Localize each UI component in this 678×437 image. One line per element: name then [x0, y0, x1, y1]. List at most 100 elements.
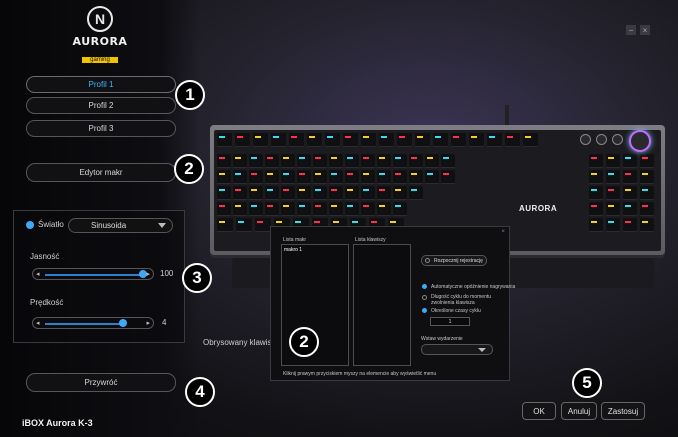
key-glow — [435, 136, 441, 138]
keyboard-key — [487, 133, 502, 147]
key-glow — [625, 157, 631, 159]
key-glow — [427, 173, 433, 175]
keyboard-key — [441, 154, 455, 168]
keyboard-key — [441, 170, 455, 184]
key-glow — [235, 205, 241, 207]
keyboard-key — [236, 218, 252, 232]
keyboard-key — [343, 133, 358, 147]
keyboard-key — [265, 154, 279, 168]
speed-track — [45, 323, 123, 325]
keyboard-knob-icon — [580, 134, 591, 145]
key-glow — [642, 221, 648, 223]
keyboard-knob-icon — [596, 134, 607, 145]
apply-button[interactable]: Zastosuj — [601, 402, 645, 420]
cancel-button[interactable]: Anuluj — [561, 402, 597, 420]
keyboard-key — [313, 186, 327, 200]
key-glow — [295, 221, 301, 223]
key-glow — [608, 189, 614, 191]
record-label: Rozpocznij rejestrację — [434, 257, 483, 264]
record-button[interactable]: Rozpocznij rejestrację — [421, 255, 487, 266]
keyboard-key — [606, 218, 620, 232]
keyboard-key — [217, 202, 231, 216]
keyboard-key — [377, 202, 391, 216]
lighting-mode-select[interactable]: Sinusoida — [68, 218, 173, 233]
key-glow — [291, 136, 297, 138]
keyboard-key — [393, 170, 407, 184]
macro-editor-button[interactable]: Edytor makr — [26, 163, 176, 182]
macro-item[interactable]: makro 1 — [284, 247, 302, 253]
slider-left-arrow-icon[interactable]: ◂ — [36, 319, 40, 327]
key-glow — [363, 173, 369, 175]
keyboard-key — [606, 202, 620, 216]
key-glow — [267, 189, 273, 191]
keyboard-key — [361, 154, 375, 168]
slider-right-arrow-icon[interactable]: ▸ — [146, 319, 150, 327]
key-glow — [411, 189, 417, 191]
fixed-cycles-radio[interactable] — [422, 308, 427, 313]
key-glow — [219, 173, 225, 175]
key-glow — [314, 221, 320, 223]
keyboard-key — [425, 170, 439, 184]
keyboard-key — [217, 133, 232, 147]
keyboard-key — [297, 202, 311, 216]
keyboard-key — [249, 154, 263, 168]
lighting-mode-value: Sinusoida — [91, 221, 127, 230]
key-glow — [489, 136, 495, 138]
profile-1-button[interactable]: Profil 1 — [26, 76, 176, 93]
speed-slider[interactable]: ◂ ▸ — [32, 317, 154, 329]
key-glow — [267, 173, 273, 175]
ok-button[interactable]: OK — [522, 402, 556, 420]
keyboard-key — [281, 186, 295, 200]
keyboard-key — [235, 133, 250, 147]
key-glow — [267, 157, 273, 159]
profile-3-button[interactable]: Profil 3 — [26, 120, 176, 137]
key-glow — [625, 221, 631, 223]
aurora-logo: N AURORA gaming — [68, 6, 132, 68]
key-glow — [390, 221, 396, 223]
device-name: iBOX Aurora K-3 — [22, 418, 93, 428]
slider-right-arrow-icon[interactable]: ▸ — [146, 270, 150, 278]
reset-button[interactable]: Przywróć — [26, 373, 176, 392]
keyboard-key — [329, 170, 343, 184]
key-glow — [283, 205, 289, 207]
keyboard-key — [297, 154, 311, 168]
key-glow — [237, 136, 243, 138]
keyboard-key — [425, 154, 439, 168]
key-glow — [642, 157, 648, 159]
keyboard-key — [217, 170, 231, 184]
key-glow — [371, 221, 377, 223]
key-glow — [331, 173, 337, 175]
speed-knob[interactable] — [119, 319, 127, 327]
keyboard-key — [409, 154, 423, 168]
close-button[interactable]: × — [640, 25, 650, 35]
key-glow — [363, 136, 369, 138]
logo-sub: gaming — [82, 57, 118, 63]
keyboard-key — [313, 170, 327, 184]
logo-name: AURORA — [72, 35, 128, 48]
cycles-input[interactable]: 1 — [430, 317, 470, 326]
key-list[interactable] — [353, 244, 411, 366]
brightness-slider[interactable]: ◂ ▸ — [32, 268, 154, 280]
lighting-toggle[interactable] — [26, 221, 34, 229]
key-glow — [235, 173, 241, 175]
cycle-release-radio[interactable] — [422, 295, 427, 300]
dialog-close-icon[interactable]: × — [501, 229, 505, 235]
key-glow — [347, 189, 353, 191]
key-glow — [591, 157, 597, 159]
key-glow — [471, 136, 477, 138]
key-glow — [591, 221, 597, 223]
key-glow — [251, 173, 257, 175]
slider-left-arrow-icon[interactable]: ◂ — [36, 270, 40, 278]
key-glow — [299, 157, 305, 159]
keyboard-key — [313, 202, 327, 216]
key-glow — [276, 221, 282, 223]
minimize-button[interactable]: − — [626, 25, 636, 35]
profile-2-button[interactable]: Profil 2 — [26, 97, 176, 114]
keyboard-key — [393, 154, 407, 168]
auto-delay-radio[interactable] — [422, 284, 427, 289]
keyboard-key — [217, 218, 233, 232]
insert-event-select[interactable] — [421, 344, 493, 355]
key-glow — [379, 189, 385, 191]
callout-badge-2b: 2 — [289, 327, 319, 357]
keyboard-key — [265, 202, 279, 216]
